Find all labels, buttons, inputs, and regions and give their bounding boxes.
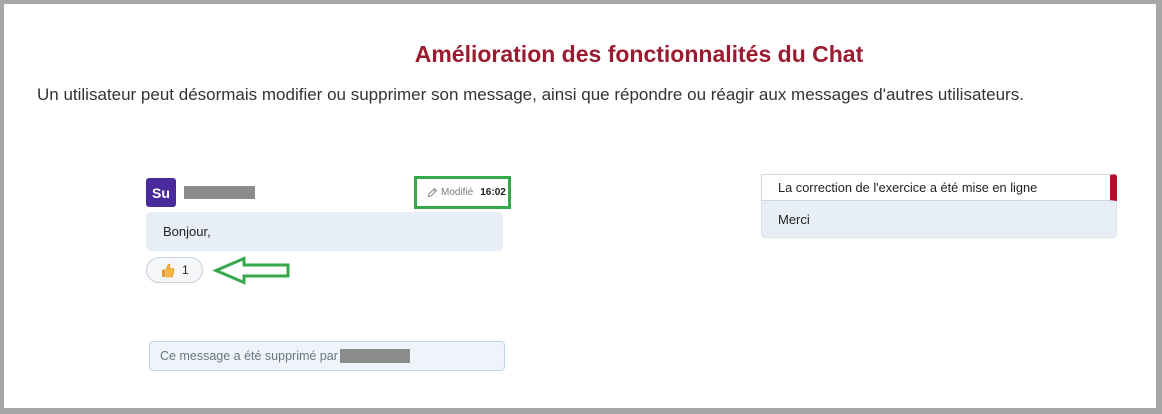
deleted-message-text: Ce message a été supprimé par <box>160 349 338 363</box>
message-bubble[interactable]: Bonjour, <box>146 212 503 251</box>
reply-message-demo: La correction de l'exercice a été mise e… <box>761 174 1117 238</box>
quoted-message[interactable]: La correction de l'exercice a été mise e… <box>761 174 1117 201</box>
deleted-message: Ce message a été supprimé par <box>149 341 505 371</box>
pencil-icon <box>427 187 438 198</box>
reaction-pill[interactable]: 1 <box>146 257 203 283</box>
feature-slide: Amélioration des fonctionnalités du Chat… <box>0 0 1162 414</box>
reply-message-bubble[interactable]: Merci <box>761 201 1117 238</box>
message-time: 16:02 <box>480 187 506 198</box>
edited-meta-highlight: Modifié 16:02 <box>414 176 511 209</box>
redacted-author-name <box>184 186 255 199</box>
reply-message-text: Merci <box>778 211 810 227</box>
page-title: Amélioration des fonctionnalités du Chat <box>414 41 864 67</box>
message-text: Bonjour, <box>163 224 211 239</box>
edited-label: Modifié <box>441 187 474 198</box>
redacted-deleter-name <box>339 349 410 363</box>
reaction-count: 1 <box>182 263 189 277</box>
thumbs-up-icon <box>161 263 175 278</box>
feature-description: Un utilisateur peut désormais modifier o… <box>37 85 1024 104</box>
annotation-arrow-left-icon <box>212 256 290 285</box>
avatar[interactable]: Su <box>146 178 176 207</box>
quoted-message-text: La correction de l'exercice a été mise e… <box>778 180 1038 195</box>
